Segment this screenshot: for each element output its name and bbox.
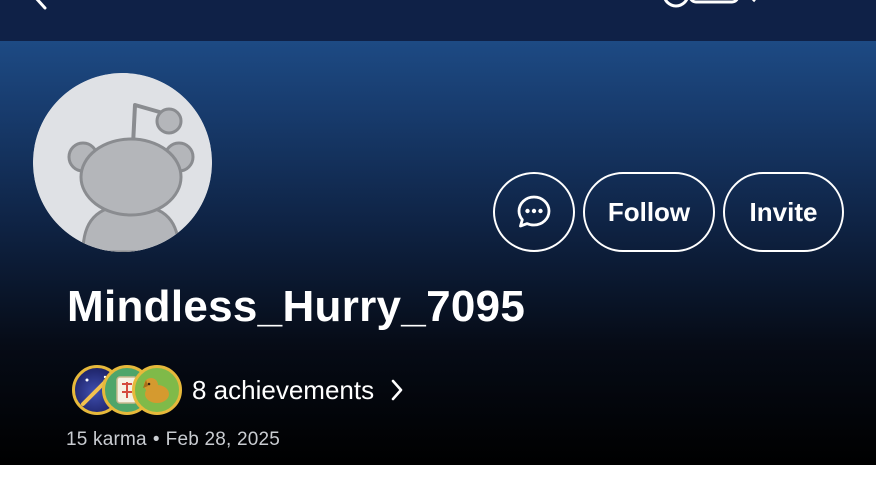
profile-content-area: [0, 465, 876, 500]
follow-button[interactable]: Follow: [583, 172, 715, 252]
karma-count: 15 karma: [66, 429, 147, 450]
back-arrow-icon[interactable]: [28, 0, 54, 10]
chat-bubble-icon: [517, 195, 551, 228]
profile-meta: 15 karma • Feb 28, 2025: [66, 429, 280, 451]
achievements-label: 8 achievements: [192, 374, 375, 405]
meta-separator: •: [152, 429, 160, 450]
username: Mindless_Hurry_7095: [67, 282, 526, 331]
top-bar: [0, 0, 876, 41]
chat-button[interactable]: [493, 172, 575, 252]
dog-badge-icon: [132, 365, 182, 415]
avatar[interactable]: [33, 73, 212, 252]
top-bar-actions-icon[interactable]: [654, 0, 764, 10]
snoo-avatar-icon: [33, 73, 212, 252]
profile-header: Follow Invite Mindless_Hurry_7095 8 achi…: [0, 41, 876, 465]
join-date: Feb 28, 2025: [165, 429, 281, 450]
achievements-row[interactable]: 8 achievements: [72, 363, 404, 417]
profile-screen: Follow Invite Mindless_Hurry_7095 8 achi…: [0, 0, 876, 500]
chevron-right-icon: [391, 379, 403, 401]
achievement-badges: [72, 363, 182, 417]
invite-button[interactable]: Invite: [723, 172, 844, 252]
